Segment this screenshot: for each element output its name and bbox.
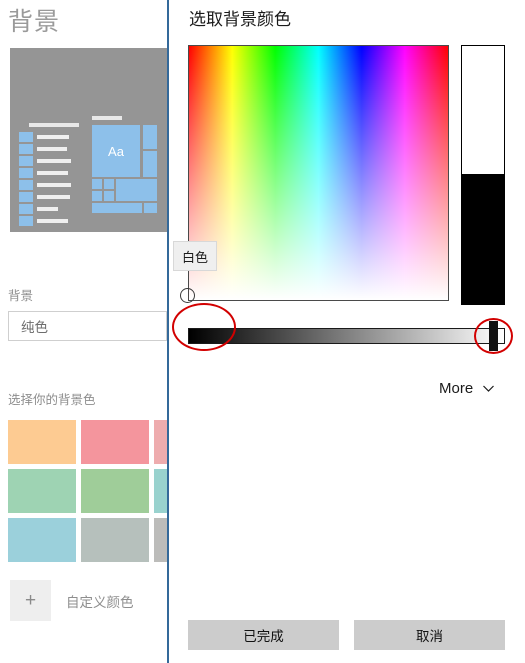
swatch-orange[interactable] <box>8 420 76 464</box>
preview-app-label <box>37 159 71 163</box>
cancel-button[interactable]: 取消 <box>354 620 505 650</box>
preview-tile <box>143 125 157 149</box>
preview-app-icon <box>19 180 33 190</box>
preview-app-icon <box>19 204 33 214</box>
preview-app-icon <box>19 144 33 154</box>
swatch-green[interactable] <box>81 469 149 513</box>
preview-tile <box>92 179 102 189</box>
page-title: 背景 <box>8 8 61 36</box>
preview-app-label <box>37 219 68 223</box>
color-preview-selected <box>462 46 504 174</box>
swatch-gray-green[interactable] <box>81 518 149 562</box>
preview-app-label <box>37 207 58 211</box>
settings-sidebar: 背景 Aa 背景 纯色 选择你的背景色 + 自定义颜色 <box>0 0 167 663</box>
swatch-salmon[interactable] <box>81 420 149 464</box>
preview-app-label <box>37 183 71 187</box>
custom-color-label: 自定义颜色 <box>66 595 134 610</box>
background-label: 背景 <box>8 289 34 303</box>
done-button[interactable]: 已完成 <box>188 620 339 650</box>
preview-app-icon <box>19 216 33 226</box>
color-preview-bar <box>461 45 505 305</box>
choose-color-label: 选择你的背景色 <box>8 393 96 407</box>
swatch-gray[interactable] <box>154 518 167 562</box>
color-picker-cursor[interactable] <box>180 288 195 303</box>
dialog-button-row: 已完成 取消 <box>188 620 505 650</box>
preview-app-label <box>37 195 70 199</box>
more-options-toggle[interactable]: More <box>439 380 495 397</box>
preview-app-icon <box>19 132 33 142</box>
preview-tile <box>92 191 102 201</box>
preview-app-label <box>37 171 68 175</box>
more-label: More <box>439 380 474 397</box>
annotation-ellipse-dropdown <box>172 303 236 351</box>
color-preview-compare <box>462 174 504 304</box>
dialog-title: 选取背景颜色 <box>189 10 291 29</box>
preview-start-header <box>29 123 79 127</box>
color-name-tooltip: 白色 <box>173 241 218 271</box>
plus-icon[interactable]: + <box>10 580 51 621</box>
swatch-aqua[interactable] <box>154 469 167 513</box>
color-picker-dialog: 选取背景颜色 白色 More 已完成 取消 <box>169 0 525 663</box>
preview-tile <box>144 203 157 213</box>
preview-app-icon <box>19 168 33 178</box>
preview-tile-large: Aa <box>92 125 140 177</box>
color-swatch-grid <box>8 420 167 568</box>
saturation-value-field[interactable] <box>188 45 449 301</box>
preview-tile <box>143 151 157 177</box>
background-settings-screen: 背景 Aa 背景 纯色 选择你的背景色 + 自定义颜色 选取背景颜色 白色 Mo… <box>0 0 525 663</box>
preview-tile <box>104 179 114 189</box>
swatch-mint[interactable] <box>8 469 76 513</box>
preview-tile-group: Aa <box>90 116 157 224</box>
desktop-preview: Aa <box>10 48 167 232</box>
preview-tile <box>92 203 142 213</box>
preview-tile <box>116 179 157 201</box>
preview-app-icon <box>19 156 33 166</box>
preview-app-icon <box>19 192 33 202</box>
preview-start-menu <box>19 123 81 226</box>
custom-color-row[interactable]: + 自定义颜色 <box>10 580 167 624</box>
preview-app-label <box>37 135 69 139</box>
swatch-rose[interactable] <box>154 420 167 464</box>
annotation-ellipse-slider <box>474 318 513 354</box>
white-gradient-layer <box>189 46 448 300</box>
swatch-sky[interactable] <box>8 518 76 562</box>
chevron-down-icon <box>483 385 495 392</box>
background-type-dropdown[interactable]: 纯色 <box>8 311 167 341</box>
preview-tile <box>104 191 114 201</box>
preview-tile-group-header <box>92 116 122 120</box>
preview-app-label <box>37 147 67 151</box>
background-type-value: 纯色 <box>21 320 48 335</box>
